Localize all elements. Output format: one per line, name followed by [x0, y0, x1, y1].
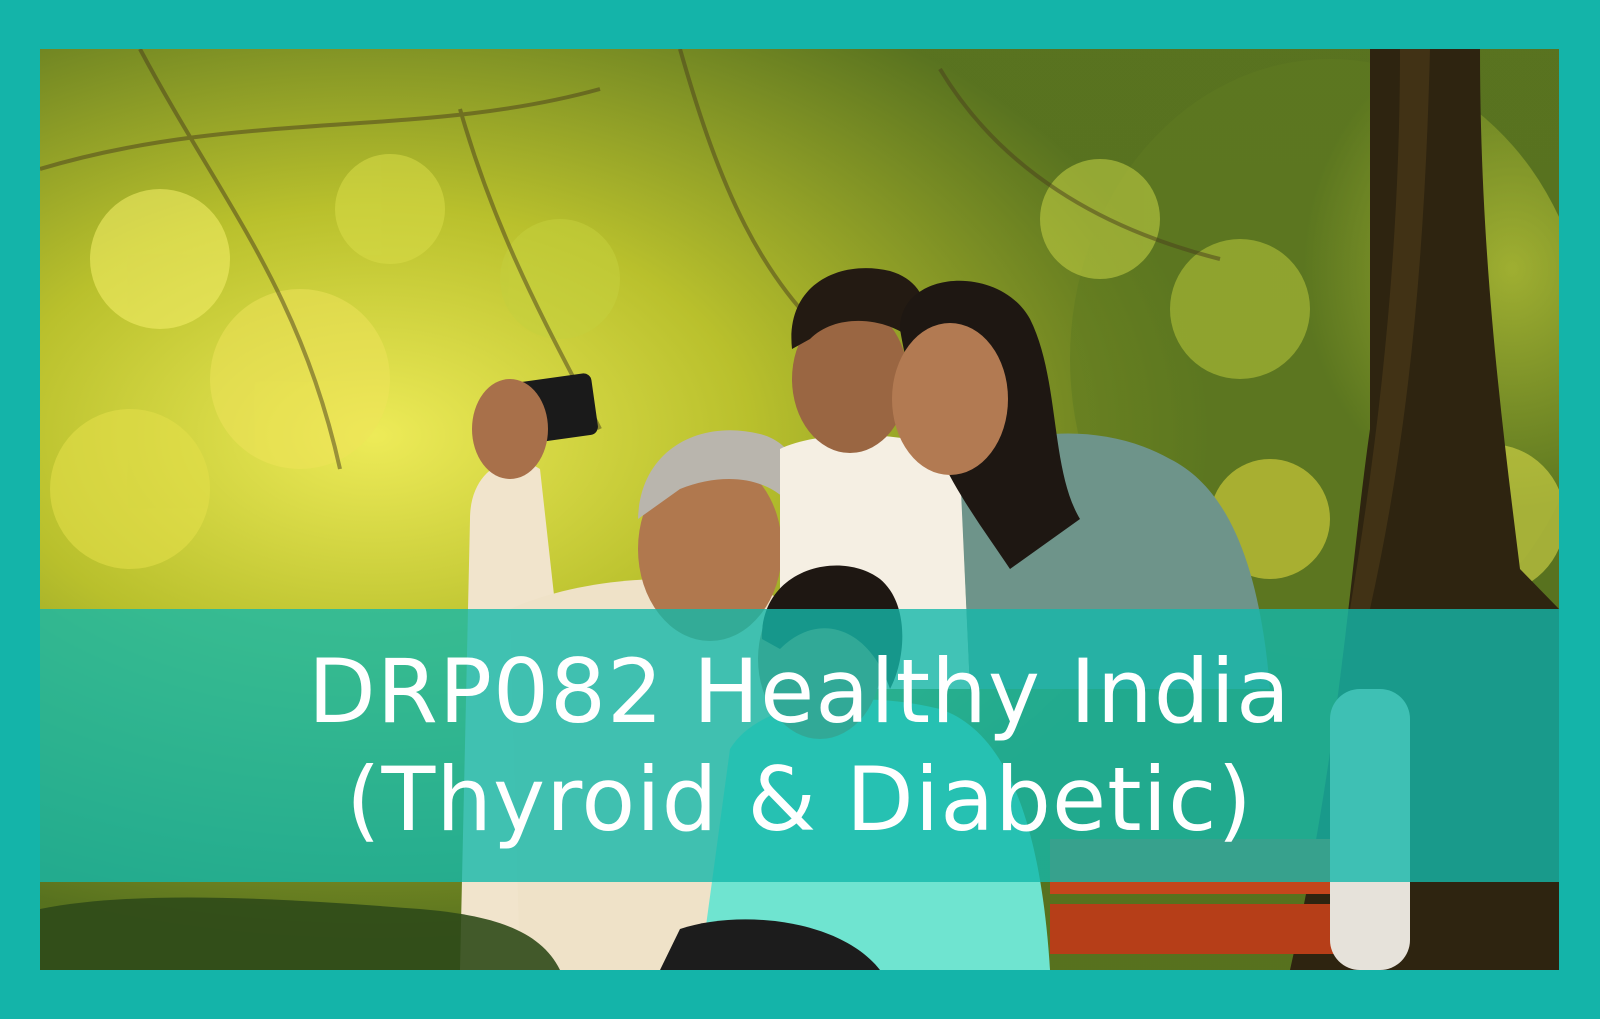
title-banner: DRP082 Healthy India (Thyroid & Diabetic… — [40, 609, 1559, 882]
banner-title-line1: DRP082 Healthy India — [308, 639, 1291, 743]
teal-frame: DRP082 Healthy India (Thyroid & Diabetic… — [0, 0, 1600, 1019]
banner-title-line2: (Thyroid & Diabetic) — [346, 747, 1253, 851]
